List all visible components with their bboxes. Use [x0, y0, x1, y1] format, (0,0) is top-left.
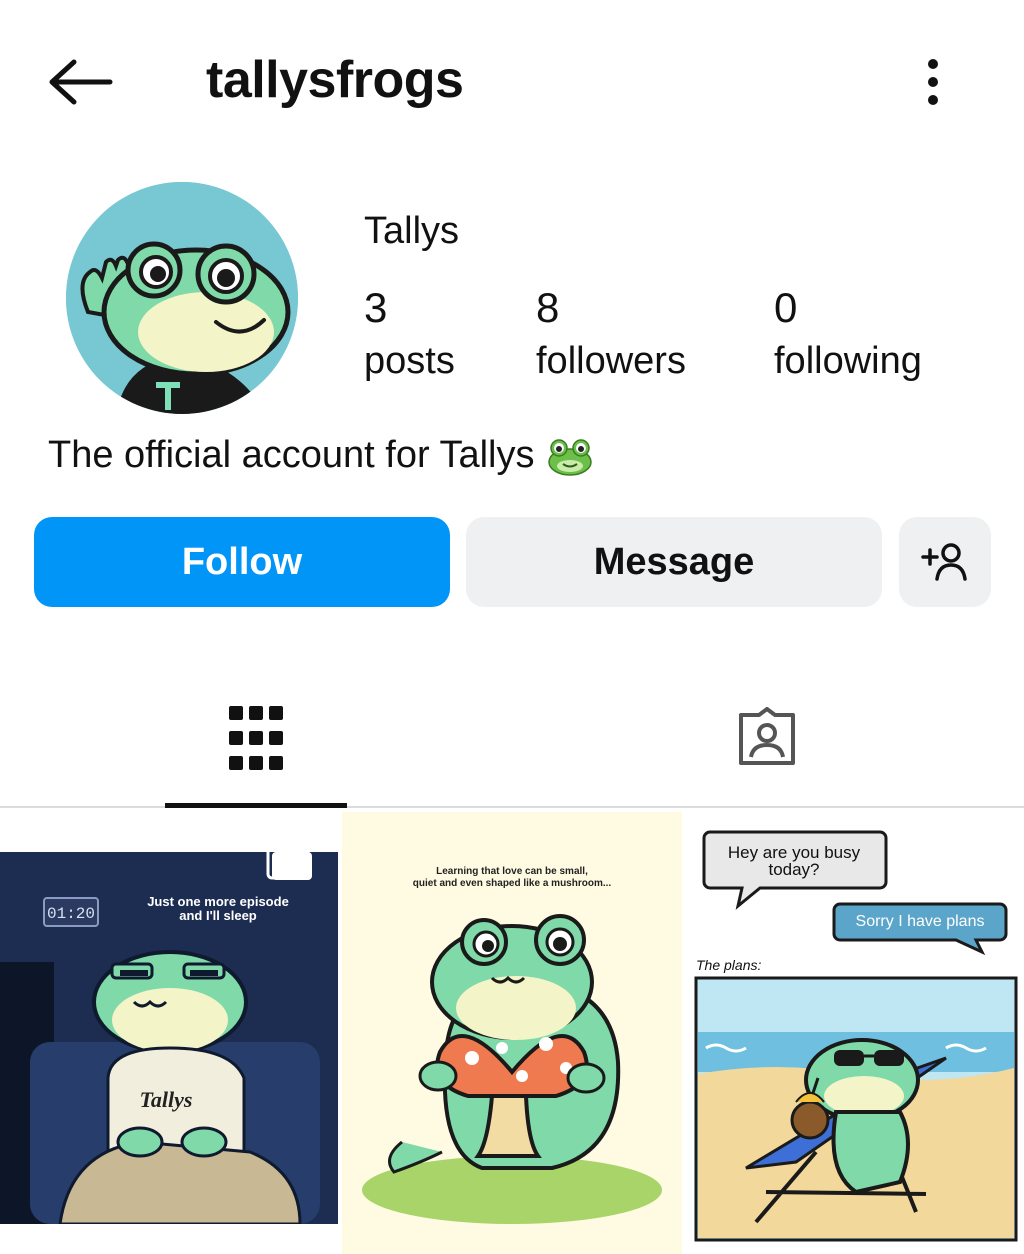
more-vertical-icon [928, 59, 938, 105]
following-count: 0 [774, 284, 798, 331]
back-button[interactable] [44, 50, 116, 114]
frog-avatar-illustration [66, 182, 298, 414]
post-thumbnail-1[interactable]: 01:20 Just one more episode and I'll sle… [0, 852, 338, 1224]
followers-count: 8 [536, 284, 560, 331]
post-thumbnail-2[interactable]: Learning that love can be small, quiet a… [342, 812, 682, 1254]
top-bar: tallysfrogs [0, 0, 1024, 160]
plans-label: The plans: [696, 957, 761, 973]
follow-button[interactable]: Follow [34, 517, 450, 607]
profile-avatar[interactable] [66, 182, 298, 414]
grid-icon [229, 706, 283, 770]
profile-display-name: Tallys [364, 210, 460, 252]
post-3-illustration: Hey are you busy today? Sorry I have pla… [686, 812, 1024, 1254]
tagged-icon [739, 707, 795, 765]
following-label: following [774, 340, 922, 382]
profile-bio: The official account for Tallys [48, 434, 593, 477]
more-options-button[interactable] [908, 50, 958, 114]
back-arrow-icon [49, 59, 113, 105]
message-button[interactable]: Message [466, 517, 882, 607]
frog-face-icon [547, 438, 592, 476]
bio-text: The official account for Tallys [48, 434, 535, 476]
post-2-caption-2: quiet and even shaped like a mushroom... [413, 878, 612, 889]
bubble-1-line-2: today? [768, 860, 819, 879]
posts-label: posts [364, 340, 455, 382]
timestamp-text: 01:20 [47, 905, 95, 923]
tab-tagged[interactable] [676, 670, 858, 806]
posts-count: 3 [364, 284, 388, 331]
tab-posts-grid[interactable] [165, 670, 347, 808]
profile-tabs [0, 670, 1024, 808]
shirt-text: Tallys [140, 1087, 193, 1112]
active-tab-indicator [165, 803, 347, 808]
post-thumbnail-3[interactable]: Hey are you busy today? Sorry I have pla… [686, 812, 1024, 1254]
profile-username: tallysfrogs [206, 51, 464, 109]
carousel-icon [266, 852, 312, 880]
followers-label: followers [536, 340, 686, 382]
add-person-icon [921, 543, 967, 581]
post-2-caption: Learning that love can be small, [436, 866, 588, 877]
suggested-users-button[interactable] [899, 517, 991, 607]
post-1-illustration: 01:20 Just one more episode and I'll sle… [0, 852, 338, 1224]
stat-followers[interactable]: 8 followers [536, 284, 686, 390]
post-2-illustration: Learning that love can be small, quiet a… [342, 812, 682, 1254]
post-1-caption: Just one more episode [147, 894, 289, 909]
bubble-2-text: Sorry I have plans [856, 913, 985, 930]
stat-posts: 3 posts [364, 284, 455, 390]
post-1-caption-2: and I'll sleep [179, 908, 257, 923]
stat-following[interactable]: 0 following [774, 284, 922, 390]
posts-grid: 01:20 Just one more episode and I'll sle… [0, 812, 1024, 1254]
